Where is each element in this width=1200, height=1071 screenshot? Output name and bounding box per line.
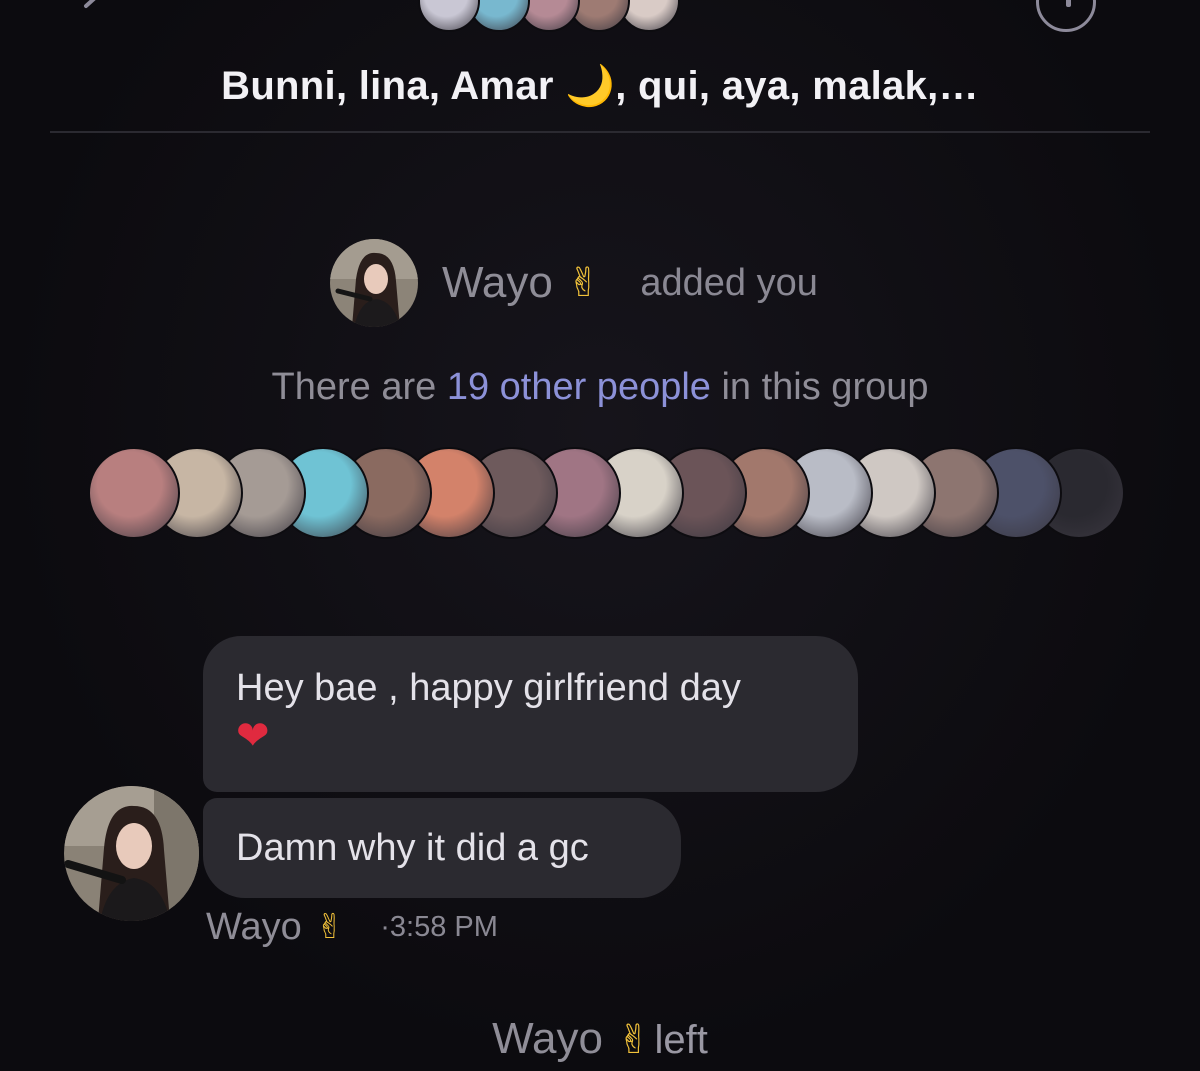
message-bubble[interactable]: Damn why it did a gc	[203, 798, 681, 898]
sender-name[interactable]: Wayo	[206, 906, 302, 949]
left-name[interactable]: Wayo	[492, 1014, 603, 1063]
added-you-event: Wayo ✌ added you	[330, 238, 818, 328]
group-title[interactable]: Bunni, lina, Amar 🌙, qui, aya, malak,…	[0, 62, 1200, 109]
member-avatar[interactable]	[418, 0, 480, 32]
left-group-event: Wayo ✌ left	[0, 1014, 1200, 1064]
wayo-avatar-small[interactable]	[330, 239, 418, 327]
added-you-text: added you	[640, 261, 818, 304]
left-text: left	[654, 1018, 708, 1062]
message-timestamp: ·3:58 PM	[380, 910, 498, 943]
message-text: Damn why it did a gc	[236, 827, 589, 869]
peace-emoji: ✌	[566, 260, 601, 306]
header-avatar-stack[interactable]	[418, 0, 680, 32]
heart-emoji: ❤	[236, 713, 270, 759]
group-info-prefix: There are	[271, 366, 447, 408]
member-avatar[interactable]	[88, 447, 180, 539]
added-by-name[interactable]: Wayo	[442, 258, 553, 308]
header-divider	[50, 131, 1150, 133]
chat-screen: Bunni, lina, Amar 🌙, qui, aya, malak,… W…	[0, 0, 1200, 1071]
group-info-line: There are 19 other people in this group	[0, 366, 1200, 409]
group-info-suffix: in this group	[710, 366, 929, 408]
member-avatar-stack[interactable]	[88, 447, 1125, 543]
wayo-avatar[interactable]	[64, 786, 199, 921]
peace-emoji: ✌	[315, 907, 345, 947]
message-bubble[interactable]: Hey bae , happy girlfriend day ❤	[203, 636, 858, 792]
message-text: Hey bae , happy girlfriend day	[236, 667, 741, 709]
message-meta: Wayo ✌ ·3:58 PM	[206, 902, 498, 952]
back-arrow-icon[interactable]	[72, 0, 112, 20]
other-people-link[interactable]: 19 other people	[447, 366, 711, 408]
info-icon[interactable]	[1036, 0, 1096, 32]
peace-emoji: ✌	[616, 1017, 651, 1063]
